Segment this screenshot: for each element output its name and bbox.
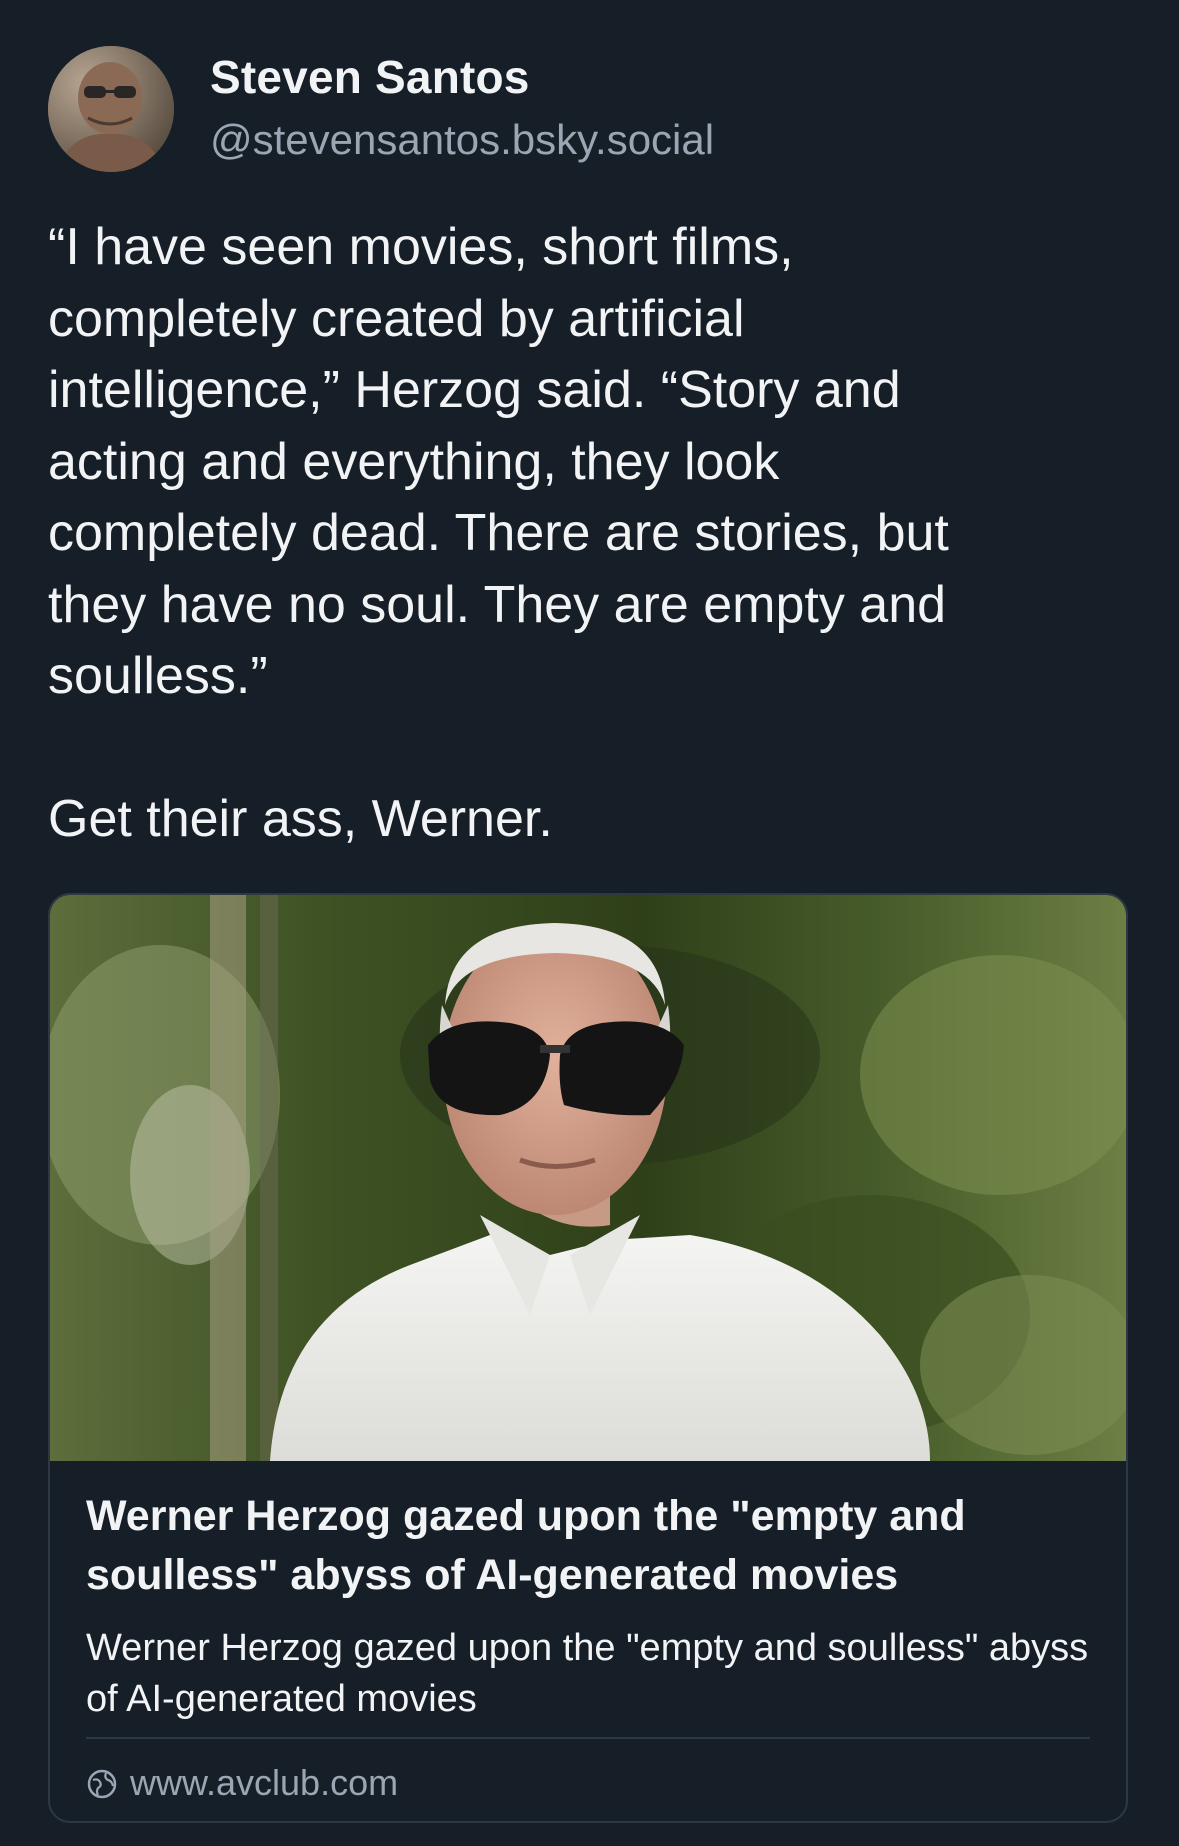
link-card-title[interactable]: Werner Herzog gazed upon the "empty and … [86,1487,1096,1605]
author-display-name[interactable]: Steven Santos [210,50,530,104]
link-card-divider [86,1737,1090,1739]
author-avatar[interactable] [48,46,174,172]
post-text: “I have seen movies, short films, comple… [48,218,949,848]
link-card-description: Werner Herzog gazed upon the "empty and … [86,1627,1089,1720]
link-card[interactable]: Werner Herzog gazed upon the "empty and … [48,893,1128,1823]
globe-icon [86,1767,118,1799]
link-card-domain[interactable]: www.avclub.com [130,1762,398,1804]
post[interactable]: Steven Santos @stevensantos.bsky.social … [0,0,1179,1846]
link-card-domain-row[interactable]: www.avclub.com [86,1761,398,1805]
article-thumbnail-photo-icon [50,895,1126,1461]
article-thumbnail[interactable] [50,895,1126,1461]
author-handle[interactable]: @stevensantos.bsky.social [210,116,714,164]
avatar-photo-icon [48,46,174,172]
